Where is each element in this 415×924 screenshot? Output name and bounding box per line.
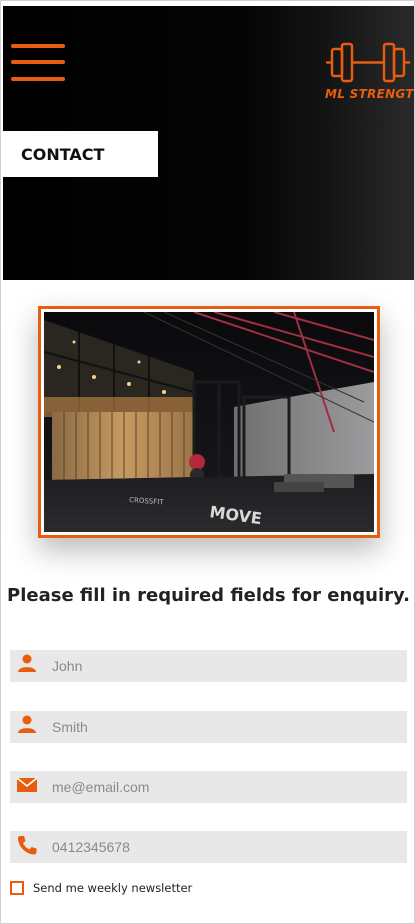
form-title: Please fill in required fields for enqui… — [7, 585, 410, 606]
hero-image-frame: MOVE CROSSFIT — [38, 306, 380, 538]
email-field[interactable] — [10, 771, 407, 803]
last-name-field[interactable] — [10, 711, 407, 743]
first-name-input[interactable] — [52, 650, 392, 682]
last-name-input[interactable] — [52, 711, 392, 743]
person-icon — [18, 715, 36, 733]
gym-interior-photo: MOVE CROSSFIT — [44, 312, 374, 532]
site-header: ML STRENGTH CONTACT — [3, 6, 414, 280]
page: ML STRENGTH CONTACT MOVE CROSSFIT Please… — [0, 0, 415, 924]
newsletter-label: Send me weekly newsletter — [33, 881, 193, 895]
logo[interactable]: ML STRENGTH — [325, 40, 415, 110]
first-name-field[interactable] — [10, 650, 407, 682]
phone-field[interactable] — [10, 831, 407, 863]
envelope-icon — [16, 777, 38, 792]
hamburger-menu-icon[interactable] — [11, 44, 67, 84]
page-title: CONTACT — [3, 131, 158, 177]
dumbbell-icon — [326, 42, 410, 83]
newsletter-checkbox[interactable] — [10, 881, 24, 895]
person-icon — [18, 654, 36, 672]
email-input[interactable] — [52, 771, 392, 803]
newsletter-option[interactable]: Send me weekly newsletter — [10, 880, 192, 896]
logo-text: ML STRENGTH — [325, 87, 415, 101]
phone-icon — [18, 836, 37, 855]
phone-input[interactable] — [52, 831, 392, 863]
